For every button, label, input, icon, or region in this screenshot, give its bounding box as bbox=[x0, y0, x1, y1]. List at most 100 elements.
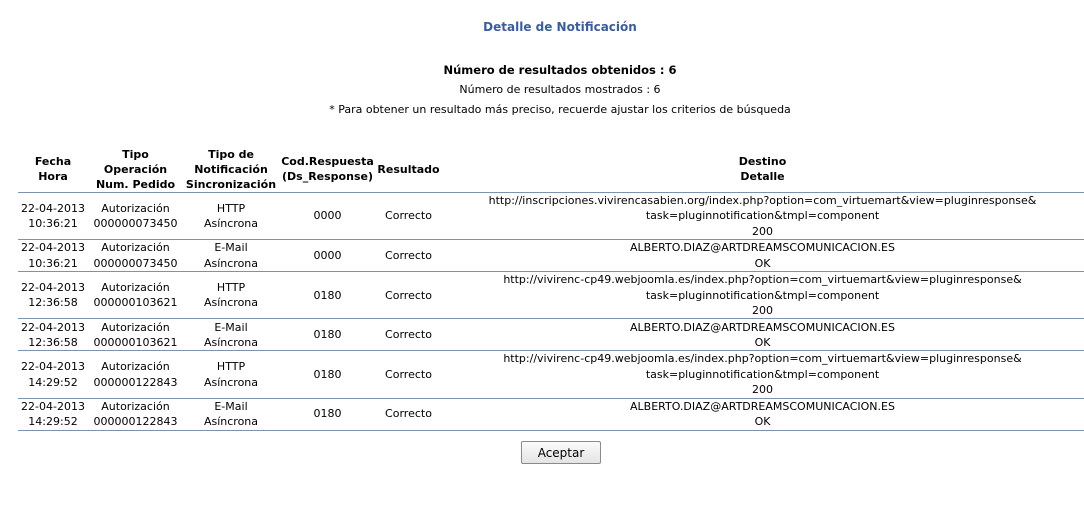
operation-type: Autorización bbox=[101, 320, 170, 334]
date: 22-04-2013 bbox=[21, 320, 85, 334]
results-obtained: Número de resultados obtenidos : 6 bbox=[443, 63, 677, 77]
table-row: 22-04-2013 10:36:21 Autorización 000000073… bbox=[18, 239, 1084, 273]
sync-type: Asíncrona bbox=[203, 296, 259, 310]
sync-type: Asíncrona bbox=[203, 256, 259, 270]
detail: OK bbox=[754, 335, 771, 349]
notification-type: E-Mail bbox=[214, 399, 248, 413]
destination: task=pluginnotification&tmpl=component bbox=[645, 209, 880, 223]
notification-type: E-Mail bbox=[214, 320, 248, 334]
sync-type: Asíncrona bbox=[203, 217, 259, 231]
header-tipo-notificacion: Tipo de Notificación Sincronización bbox=[183, 146, 279, 193]
destination: ALBERTO.DIAZ@ARTDREAMSCOMUNICACION.ES bbox=[630, 320, 895, 334]
order-number: 000000122843 bbox=[93, 375, 178, 389]
destination: ALBERTO.DIAZ@ARTDREAMSCOMUNICACION.ES bbox=[630, 399, 895, 413]
header-tipo-operacion: Tipo Operación Num. Pedido bbox=[88, 146, 183, 193]
destination: http://vivirenc-cp49.webjoomla.es/index.… bbox=[503, 352, 1022, 366]
cell-notificacion: E-Mail Asíncrona bbox=[183, 318, 279, 352]
header-text: Tipo de bbox=[208, 147, 254, 161]
header-text: (Ds_Response) bbox=[282, 170, 373, 183]
detail: 200 bbox=[752, 224, 773, 238]
cell-fecha-hora: 22-04-2013 10:36:21 bbox=[18, 192, 88, 241]
cell-resultado: Correcto bbox=[376, 239, 441, 273]
header-text: Operación bbox=[103, 162, 168, 176]
detail: OK bbox=[754, 256, 771, 270]
cell-destino: ALBERTO.DIAZ@ARTDREAMSCOMUNICACION.ES OK bbox=[441, 318, 1084, 352]
header-text: Notificación bbox=[194, 162, 268, 176]
table-row: 22-04-2013 12:36:58 Autorización 000000103… bbox=[18, 271, 1084, 320]
cell-fecha-hora: 22-04-2013 12:36:58 bbox=[18, 271, 88, 320]
sync-type: Asíncrona bbox=[203, 375, 259, 389]
cell-cod-respuesta: 0000 bbox=[279, 192, 376, 241]
notification-type: HTTP bbox=[216, 201, 246, 215]
cell-resultado: Correcto bbox=[376, 192, 441, 241]
cell-operacion: Autorización 000000122843 bbox=[88, 350, 183, 399]
results-shown: Número de resultados mostrados : 6 bbox=[459, 83, 661, 96]
time: 10:36:21 bbox=[28, 217, 78, 231]
cell-fecha-hora: 22-04-2013 10:36:21 bbox=[18, 239, 88, 273]
table-row: 22-04-2013 14:29:52 Autorización 000000122… bbox=[18, 398, 1084, 431]
table-row: 22-04-2013 10:36:21 Autorización 000000073… bbox=[18, 192, 1084, 241]
header-text: Hora bbox=[38, 170, 68, 183]
destination: http://inscripciones.vivirencasabien.org… bbox=[488, 194, 1037, 207]
cell-operacion: Autorización 000000103621 bbox=[88, 318, 183, 352]
time: 10:36:21 bbox=[28, 256, 78, 270]
date: 22-04-2013 bbox=[21, 280, 85, 294]
operation-type: Autorización bbox=[101, 360, 170, 374]
header-text: Destino bbox=[738, 155, 787, 168]
header-text: Cod.Respuesta bbox=[281, 155, 374, 168]
header-text: Num. Pedido bbox=[95, 177, 176, 191]
cell-notificacion: E-Mail Asíncrona bbox=[183, 239, 279, 273]
header-text: Fecha bbox=[34, 155, 72, 168]
date: 22-04-2013 bbox=[21, 201, 85, 215]
cell-operacion: Autorización 000000073450 bbox=[88, 239, 183, 273]
cell-destino: http://vivirenc-cp49.webjoomla.es/index.… bbox=[441, 271, 1084, 320]
header-fecha-hora: Fecha Hora bbox=[18, 146, 88, 193]
date: 22-04-2013 bbox=[21, 360, 85, 374]
cell-resultado: Correcto bbox=[376, 318, 441, 352]
time: 14:29:52 bbox=[28, 415, 78, 429]
table-row: 22-04-2013 14:29:52 Autorización 000000122… bbox=[18, 350, 1084, 399]
cell-cod-respuesta: 0180 bbox=[279, 271, 376, 320]
destination: http://vivirenc-cp49.webjoomla.es/index.… bbox=[503, 273, 1022, 287]
detail: OK bbox=[754, 415, 771, 429]
sync-type: Asíncrona bbox=[203, 415, 259, 429]
cell-fecha-hora: 22-04-2013 12:36:58 bbox=[18, 318, 88, 352]
accept-button[interactable]: Aceptar bbox=[521, 441, 601, 464]
cell-cod-respuesta: 0000 bbox=[279, 239, 376, 273]
header-destino: Destino Detalle bbox=[441, 146, 1084, 193]
header-cod-respuesta: Cod.Respuesta (Ds_Response) bbox=[279, 146, 376, 193]
order-number: 000000073450 bbox=[93, 256, 178, 270]
date: 22-04-2013 bbox=[21, 241, 85, 255]
date: 22-04-2013 bbox=[21, 399, 85, 413]
cell-notificacion: HTTP Asíncrona bbox=[183, 350, 279, 399]
cell-destino: ALBERTO.DIAZ@ARTDREAMSCOMUNICACION.ES OK bbox=[441, 398, 1084, 431]
time: 12:36:58 bbox=[28, 296, 78, 310]
detail: 200 bbox=[752, 304, 773, 318]
cell-resultado: Correcto bbox=[376, 350, 441, 399]
operation-type: Autorización bbox=[101, 201, 170, 215]
cell-notificacion: HTTP Asíncrona bbox=[183, 271, 279, 320]
detail: 200 bbox=[752, 383, 773, 397]
operation-type: Autorización bbox=[101, 399, 170, 413]
cell-fecha-hora: 22-04-2013 14:29:52 bbox=[18, 398, 88, 431]
cell-operacion: Autorización 000000122843 bbox=[88, 398, 183, 431]
order-number: 000000103621 bbox=[93, 296, 178, 310]
operation-type: Autorización bbox=[101, 280, 170, 294]
cell-notificacion: HTTP Asíncrona bbox=[183, 192, 279, 241]
notification-type: HTTP bbox=[216, 360, 246, 374]
order-number: 000000122843 bbox=[93, 415, 178, 429]
time: 12:36:58 bbox=[28, 335, 78, 349]
cell-cod-respuesta: 0180 bbox=[279, 350, 376, 399]
cell-destino: ALBERTO.DIAZ@ARTDREAMSCOMUNICACION.ES OK bbox=[441, 239, 1084, 273]
destination: ALBERTO.DIAZ@ARTDREAMSCOMUNICACION.ES bbox=[630, 241, 895, 255]
destination: task=pluginnotification&tmpl=component bbox=[645, 288, 880, 302]
cell-operacion: Autorización 000000103621 bbox=[88, 271, 183, 320]
cell-fecha-hora: 22-04-2013 14:29:52 bbox=[18, 350, 88, 399]
button-container: Aceptar bbox=[521, 441, 601, 464]
cell-resultado: Correcto bbox=[376, 271, 441, 320]
cell-cod-respuesta: 0180 bbox=[279, 318, 376, 352]
order-number: 000000073450 bbox=[93, 217, 178, 231]
time: 14:29:52 bbox=[28, 375, 78, 389]
cell-notificacion: E-Mail Asíncrona bbox=[183, 398, 279, 431]
destination: task=pluginnotification&tmpl=component bbox=[645, 367, 880, 381]
